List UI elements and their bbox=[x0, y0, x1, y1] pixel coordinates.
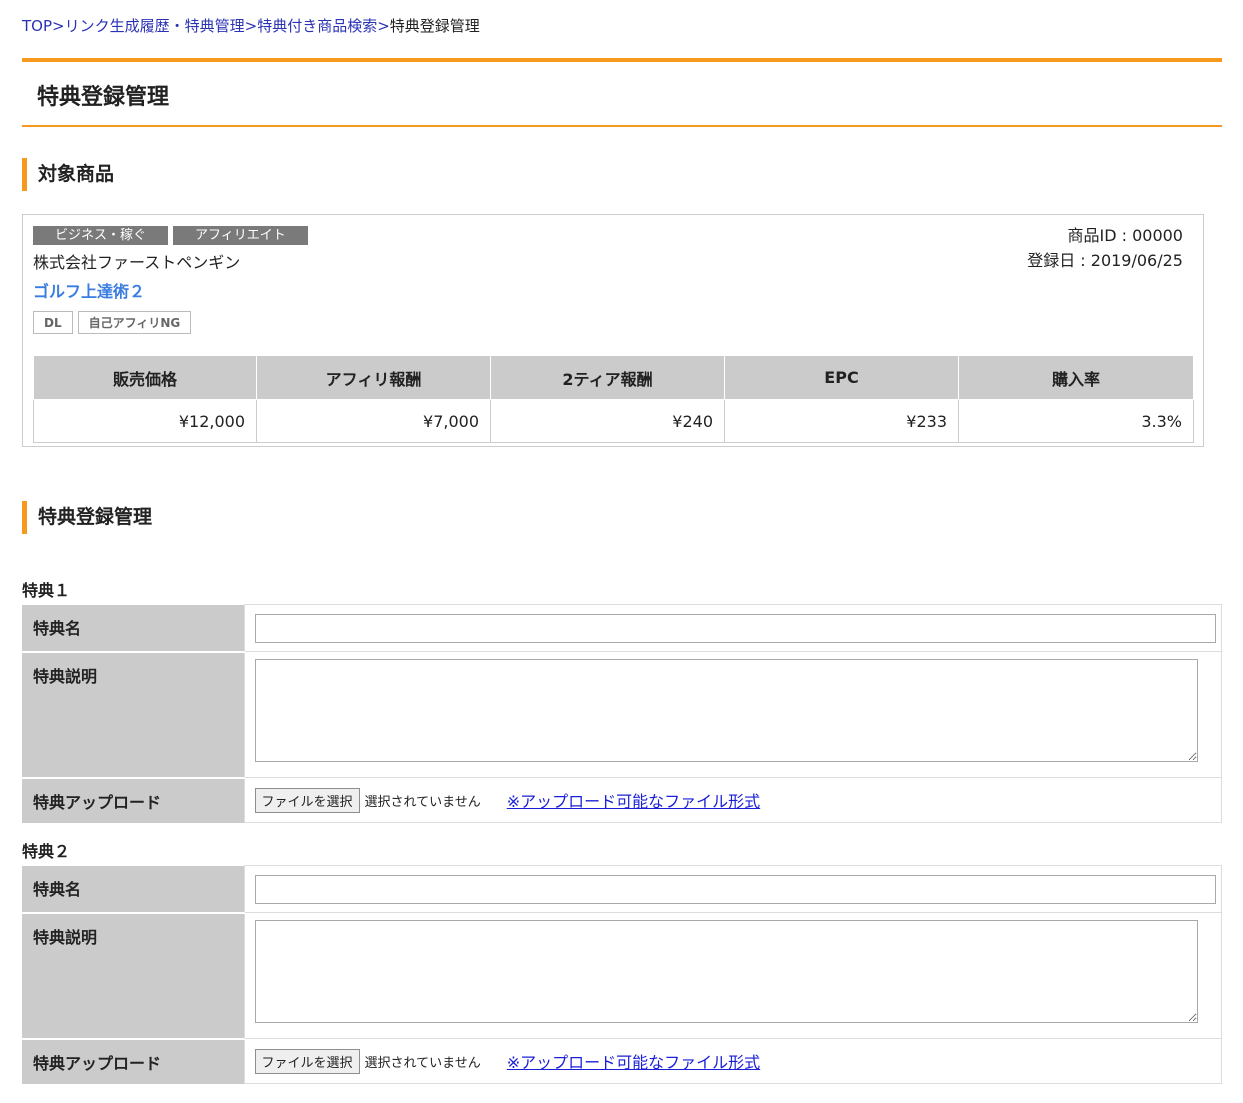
bonus-form: 特典名 特典説明 特典アップロード ファイルを選択 選択されていません ※アップ… bbox=[22, 604, 1222, 823]
breadcrumb-link-history[interactable]: リンク生成履歴・特典管理 bbox=[65, 17, 245, 35]
bonus-name-cell bbox=[243, 604, 1222, 652]
bonus-description-row: 特典説明 bbox=[22, 912, 1222, 1040]
breadcrumb-link-top[interactable]: TOP bbox=[22, 17, 52, 35]
product-id: 商品ID : 00000 bbox=[1067, 226, 1183, 245]
breadcrumb-separator: > bbox=[377, 17, 390, 35]
section-heading-product: 対象商品 bbox=[22, 158, 114, 191]
bonus-upload-row: 特典アップロード ファイルを選択 選択されていません ※アップロード可能なファイ… bbox=[22, 1038, 1222, 1084]
stats-value-epc: ¥233 bbox=[724, 399, 959, 443]
product-name: ゴルフ上達術２ bbox=[33, 282, 146, 301]
stats-value-price: ¥12,000 bbox=[33, 399, 257, 443]
stats-value-purchase-rate: 3.3% bbox=[958, 399, 1194, 443]
bonus-name-input[interactable] bbox=[254, 614, 1216, 643]
breadcrumb-separator: > bbox=[244, 17, 258, 35]
file-status: 選択されていません bbox=[364, 1055, 481, 1071]
page-header: 特典登録管理 bbox=[22, 58, 1222, 127]
file-format-link[interactable]: ※アップロード可能なファイル形式 bbox=[507, 788, 760, 812]
category-badge: ビジネス・稼ぐ bbox=[33, 226, 169, 245]
bonus-name-row: 特典名 bbox=[22, 865, 1222, 914]
product-meta: 商品ID : 00000 登録日 : 2019/06/25 bbox=[1027, 223, 1183, 273]
tag-self-affiliate-ng: 自己アフィリNG bbox=[77, 311, 192, 334]
category-badge: アフィリエイト bbox=[173, 226, 308, 245]
bonus-description-cell bbox=[243, 651, 1222, 778]
product-stats-table: 販売価格 アフィリ報酬 2ティア報酬 EPC 購入率 ¥12,000 ¥7,00… bbox=[33, 356, 1194, 443]
stats-header-price: 販売価格 bbox=[33, 356, 257, 400]
stats-value-row: ¥12,000 ¥7,000 ¥240 ¥233 3.3% bbox=[33, 399, 1194, 443]
bonus-description-label: 特典説明 bbox=[22, 912, 244, 1040]
breadcrumb-link-search[interactable]: 特典付き商品検索 bbox=[257, 17, 377, 35]
bonus-upload-cell: ファイルを選択 選択されていません ※アップロード可能なファイル形式 bbox=[243, 777, 1222, 823]
bonus-upload-label: 特典アップロード bbox=[22, 1038, 244, 1084]
breadcrumb-current: 特典登録管理 bbox=[389, 17, 480, 35]
section-heading-bonus: 特典登録管理 bbox=[22, 501, 152, 534]
stats-value-affiliate-reward: ¥7,000 bbox=[256, 399, 491, 443]
bonus-label: 特典２ bbox=[22, 842, 71, 861]
breadcrumb-separator: > bbox=[52, 17, 65, 35]
stats-header-row: 販売価格 アフィリ報酬 2ティア報酬 EPC 購入率 bbox=[33, 356, 1194, 400]
bonus-description-label: 特典説明 bbox=[22, 651, 244, 779]
file-format-link[interactable]: ※アップロード可能なファイル形式 bbox=[507, 1049, 760, 1073]
choose-file-button[interactable]: ファイルを選択 bbox=[254, 787, 360, 813]
upload-controls: ファイルを選択 選択されていません ※アップロード可能なファイル形式 bbox=[254, 778, 1222, 822]
breadcrumb: TOP>リンク生成履歴・特典管理>特典付き商品検索>特典登録管理 bbox=[22, 16, 480, 36]
stats-header-epc: EPC bbox=[724, 356, 959, 400]
bonus-name-input[interactable] bbox=[254, 875, 1216, 904]
choose-file-button[interactable]: ファイルを選択 bbox=[254, 1048, 360, 1074]
registered-date: 登録日 : 2019/06/25 bbox=[1027, 251, 1183, 270]
stats-header-purchase-rate: 購入率 bbox=[958, 356, 1194, 400]
tag-dl: DL bbox=[33, 311, 73, 334]
stats-header-tier2-reward: 2ティア報酬 bbox=[490, 356, 725, 400]
bonus-name-label: 特典名 bbox=[22, 604, 244, 653]
bonus-description-textarea[interactable] bbox=[254, 659, 1198, 762]
bonus-upload-label: 特典アップロード bbox=[22, 777, 244, 823]
bonus-description-cell bbox=[243, 912, 1222, 1039]
bonus-upload-cell: ファイルを選択 選択されていません ※アップロード可能なファイル形式 bbox=[243, 1038, 1222, 1084]
bonus-name-row: 特典名 bbox=[22, 604, 1222, 653]
bonus-form: 特典名 特典説明 特典アップロード ファイルを選択 選択されていません ※アップ… bbox=[22, 865, 1222, 1084]
stats-header-affiliate-reward: アフィリ報酬 bbox=[256, 356, 491, 400]
file-status: 選択されていません bbox=[364, 794, 481, 810]
stats-value-tier2-reward: ¥240 bbox=[490, 399, 725, 443]
bonus-name-cell bbox=[243, 865, 1222, 913]
company-name: 株式会社ファーストペンギン bbox=[33, 253, 241, 272]
product-card: ビジネス・稼ぐ アフィリエイト 株式会社ファーストペンギン ゴルフ上達術２ DL… bbox=[22, 214, 1204, 447]
category-list: ビジネス・稼ぐ アフィリエイト bbox=[33, 226, 308, 245]
bonus-description-row: 特典説明 bbox=[22, 651, 1222, 779]
tag-list: DL 自己アフィリNG bbox=[33, 311, 192, 334]
upload-controls: ファイルを選択 選択されていません ※アップロード可能なファイル形式 bbox=[254, 1039, 1222, 1083]
bonus-label: 特典１ bbox=[22, 581, 71, 600]
bonus-upload-row: 特典アップロード ファイルを選択 選択されていません ※アップロード可能なファイ… bbox=[22, 777, 1222, 823]
bonus-description-textarea[interactable] bbox=[254, 920, 1198, 1023]
page-title: 特典登録管理 bbox=[37, 85, 170, 110]
bonus-name-label: 特典名 bbox=[22, 865, 244, 914]
